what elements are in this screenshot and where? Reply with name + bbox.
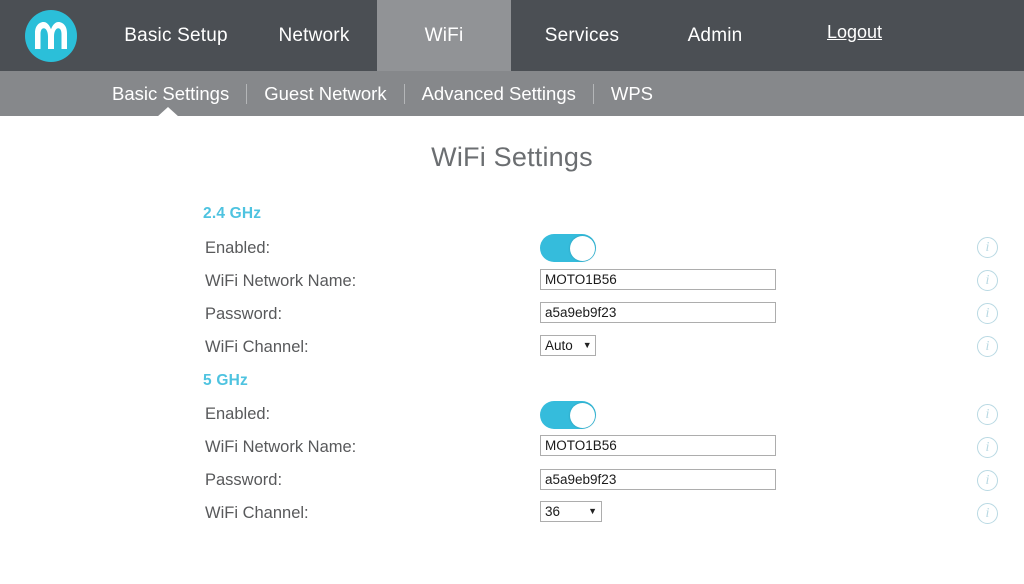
input-password-5ghz[interactable] bbox=[540, 469, 776, 490]
topnav-item-wifi[interactable]: WiFi bbox=[377, 0, 511, 71]
top-navigation-items: Basic Setup Network WiFi Services Admin … bbox=[101, 0, 1024, 71]
info-icon-password-24ghz[interactable]: i bbox=[977, 303, 998, 324]
info-icon-enabled-5ghz[interactable]: i bbox=[977, 404, 998, 425]
info-icon-enabled-24ghz[interactable]: i bbox=[977, 237, 998, 258]
chevron-down-icon: ▼ bbox=[578, 507, 597, 516]
band-heading-5ghz: 5 GHz bbox=[203, 372, 248, 390]
select-channel-5ghz[interactable]: 36 ▼ bbox=[540, 501, 602, 522]
top-navigation-bar: Basic Setup Network WiFi Services Admin … bbox=[0, 0, 1024, 71]
toggle-knob bbox=[570, 236, 595, 261]
info-icon-ssid-5ghz[interactable]: i bbox=[977, 437, 998, 458]
brand-logo-container bbox=[0, 0, 101, 71]
label-ssid-5ghz: WiFi Network Name: bbox=[205, 438, 356, 457]
label-channel-24ghz: WiFi Channel: bbox=[205, 338, 309, 357]
motorola-m-logo-icon bbox=[25, 10, 77, 62]
label-password-24ghz: Password: bbox=[205, 305, 282, 324]
info-icon-channel-5ghz[interactable]: i bbox=[977, 503, 998, 524]
select-channel-5ghz-value: 36 bbox=[545, 505, 560, 519]
sub-navigation-bar: Basic Settings Guest Network Advanced Se… bbox=[0, 71, 1024, 116]
info-icon-channel-24ghz[interactable]: i bbox=[977, 336, 998, 357]
logout-link[interactable]: Logout bbox=[827, 0, 882, 71]
chevron-down-icon: ▼ bbox=[573, 341, 592, 350]
topnav-item-services[interactable]: Services bbox=[511, 0, 653, 71]
subnav-item-advanced-settings[interactable]: Advanced Settings bbox=[405, 71, 593, 116]
select-channel-24ghz[interactable]: Auto ▼ bbox=[540, 335, 596, 356]
label-password-5ghz: Password: bbox=[205, 471, 282, 490]
toggle-enabled-24ghz[interactable] bbox=[540, 234, 596, 262]
input-password-24ghz[interactable] bbox=[540, 302, 776, 323]
subnav-item-guest-network[interactable]: Guest Network bbox=[247, 71, 403, 116]
toggle-enabled-5ghz[interactable] bbox=[540, 401, 596, 429]
label-enabled-5ghz: Enabled: bbox=[205, 405, 270, 424]
input-ssid-24ghz[interactable] bbox=[540, 269, 776, 290]
main-content: WiFi Settings 2.4 GHz Enabled: i WiFi Ne… bbox=[0, 116, 1024, 584]
info-icon-ssid-24ghz[interactable]: i bbox=[977, 270, 998, 291]
toggle-knob bbox=[570, 403, 595, 428]
page-title: WiFi Settings bbox=[0, 116, 1024, 173]
band-heading-24ghz: 2.4 GHz bbox=[203, 205, 261, 223]
label-enabled-24ghz: Enabled: bbox=[205, 239, 270, 258]
input-ssid-5ghz[interactable] bbox=[540, 435, 776, 456]
label-ssid-24ghz: WiFi Network Name: bbox=[205, 272, 356, 291]
label-channel-5ghz: WiFi Channel: bbox=[205, 504, 309, 523]
subnav-item-wps[interactable]: WPS bbox=[594, 71, 670, 116]
info-icon-password-5ghz[interactable]: i bbox=[977, 470, 998, 491]
topnav-item-network[interactable]: Network bbox=[251, 0, 377, 71]
topnav-item-basic-setup[interactable]: Basic Setup bbox=[101, 0, 251, 71]
select-channel-24ghz-value: Auto bbox=[545, 339, 573, 353]
topnav-item-admin[interactable]: Admin bbox=[653, 0, 777, 71]
